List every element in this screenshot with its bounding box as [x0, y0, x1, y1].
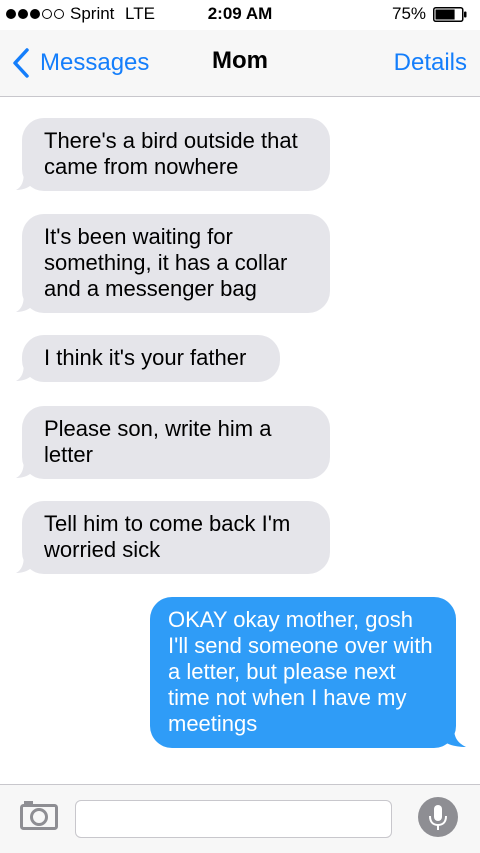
message-text: Please son, write him a letter	[44, 416, 272, 467]
incoming-message: There's a bird outside that came from no…	[16, 118, 330, 191]
message-input-bar	[0, 784, 480, 853]
message-field[interactable]	[75, 800, 392, 838]
bubble-tail	[438, 728, 466, 747]
message-text: I think it's your father	[44, 345, 247, 370]
message-bubble: Please son, write him a letter	[22, 406, 330, 479]
bubble-tail	[16, 362, 36, 381]
incoming-message: Tell him to come back I'm worried sick	[16, 501, 330, 574]
message-text: There's a bird outside that came from no…	[44, 128, 298, 179]
bubble-tail	[16, 171, 36, 190]
outgoing-message: OKAY okay mother, gosh I'll send someone…	[150, 597, 466, 748]
status-bar: Sprint LTE 2:09 AM 75%	[0, 0, 480, 30]
details-button[interactable]: Details	[394, 49, 467, 77]
bubble-tail	[16, 459, 36, 478]
message-bubble: Tell him to come back I'm worried sick	[22, 501, 330, 574]
bubble-tail	[16, 554, 36, 573]
navigation-bar: Messages Mom Details	[0, 30, 480, 97]
microphone-button[interactable]	[418, 797, 458, 837]
bubble-tail	[16, 293, 36, 312]
camera-icon[interactable]	[20, 799, 58, 831]
message-list[interactable]: There's a bird outside that came from no…	[0, 97, 480, 784]
incoming-message: Please son, write him a letter	[16, 406, 330, 479]
message-bubble: There's a bird outside that came from no…	[22, 118, 330, 191]
message-text: It's been waiting for something, it has …	[44, 224, 288, 301]
incoming-message: It's been waiting for something, it has …	[16, 214, 330, 313]
message-text: Tell him to come back I'm worried sick	[44, 511, 291, 562]
message-bubble: OKAY okay mother, gosh I'll send someone…	[150, 597, 456, 748]
incoming-message: I think it's your father	[16, 335, 280, 382]
message-bubble: I think it's your father	[22, 335, 280, 382]
battery-percent: 75%	[392, 4, 427, 23]
message-text-input[interactable]	[76, 801, 391, 837]
battery-icon	[433, 7, 467, 22]
microphone-icon	[429, 805, 447, 830]
message-text: OKAY okay mother, gosh I'll send someone…	[168, 607, 433, 736]
message-bubble: It's been waiting for something, it has …	[22, 214, 330, 313]
